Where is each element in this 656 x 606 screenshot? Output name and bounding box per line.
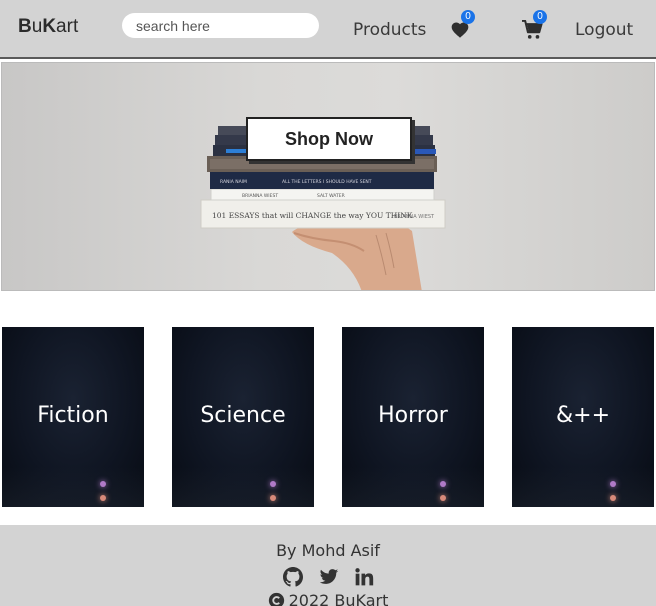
bokeh-light <box>610 481 616 487</box>
bokeh-light <box>100 481 106 487</box>
linkedin-icon[interactable] <box>354 567 374 587</box>
copyright: 2022 BuKart <box>0 591 656 606</box>
books-in-hand-image: 101 ESSAYS that will CHANGE the way YOU … <box>200 126 446 290</box>
shop-now-button[interactable]: Shop Now <box>246 117 412 161</box>
brand-logo[interactable]: BuKart <box>18 16 78 38</box>
footer-author: By Mohd Asif <box>276 541 380 560</box>
brand-letter: K <box>42 16 57 37</box>
hero-banner: 101 ESSAYS that will CHANGE the way YOU … <box>1 62 655 291</box>
svg-text:BRIANNA WIEST: BRIANNA WIEST <box>242 193 278 199</box>
bokeh-light <box>610 495 616 501</box>
brand-letter: B <box>18 16 32 37</box>
wishlist-count-badge: 0 <box>461 10 475 24</box>
book-title: 101 ESSAYS that will CHANGE the way YOU … <box>212 211 413 220</box>
cart-count-badge: 0 <box>533 10 547 24</box>
category-card-more[interactable]: &++ <box>512 327 654 507</box>
twitter-icon[interactable] <box>319 567 339 587</box>
footer: By Mohd Asif 2022 BuKart <box>0 525 656 606</box>
search-input[interactable] <box>122 13 319 38</box>
logout-link[interactable]: Logout <box>575 20 633 40</box>
copyright-text: 2022 BuKart <box>288 591 389 606</box>
bokeh-light <box>270 495 276 501</box>
brand-letter: art <box>56 16 79 37</box>
card-background <box>172 467 314 507</box>
brand-letter: u <box>31 16 43 37</box>
category-label: &++ <box>555 403 611 428</box>
category-card-fiction[interactable]: Fiction <box>2 327 144 507</box>
github-icon[interactable] <box>283 567 303 587</box>
copyright-icon <box>268 592 285 606</box>
bokeh-light <box>270 481 276 487</box>
card-background <box>342 467 484 507</box>
svg-text:RANIA NAIM: RANIA NAIM <box>220 179 247 185</box>
svg-text:BRIANNA WIEST: BRIANNA WIEST <box>394 214 435 220</box>
category-label: Science <box>200 403 286 428</box>
bokeh-light <box>440 481 446 487</box>
card-background <box>2 467 144 507</box>
navbar: BuKart Products 0 0 Logout <box>0 0 656 59</box>
category-label: Fiction <box>37 403 109 428</box>
category-card-horror[interactable]: Horror <box>342 327 484 507</box>
svg-text:SALT WATER: SALT WATER <box>317 193 345 199</box>
category-card-science[interactable]: Science <box>172 327 314 507</box>
bokeh-light <box>100 495 106 501</box>
card-background <box>512 467 654 507</box>
bokeh-light <box>440 495 446 501</box>
category-label: Horror <box>378 403 448 428</box>
nav-products-link[interactable]: Products <box>353 20 426 40</box>
svg-text:ALL THE LETTERS I SHOULD HAVE: ALL THE LETTERS I SHOULD HAVE SENT <box>282 179 372 185</box>
